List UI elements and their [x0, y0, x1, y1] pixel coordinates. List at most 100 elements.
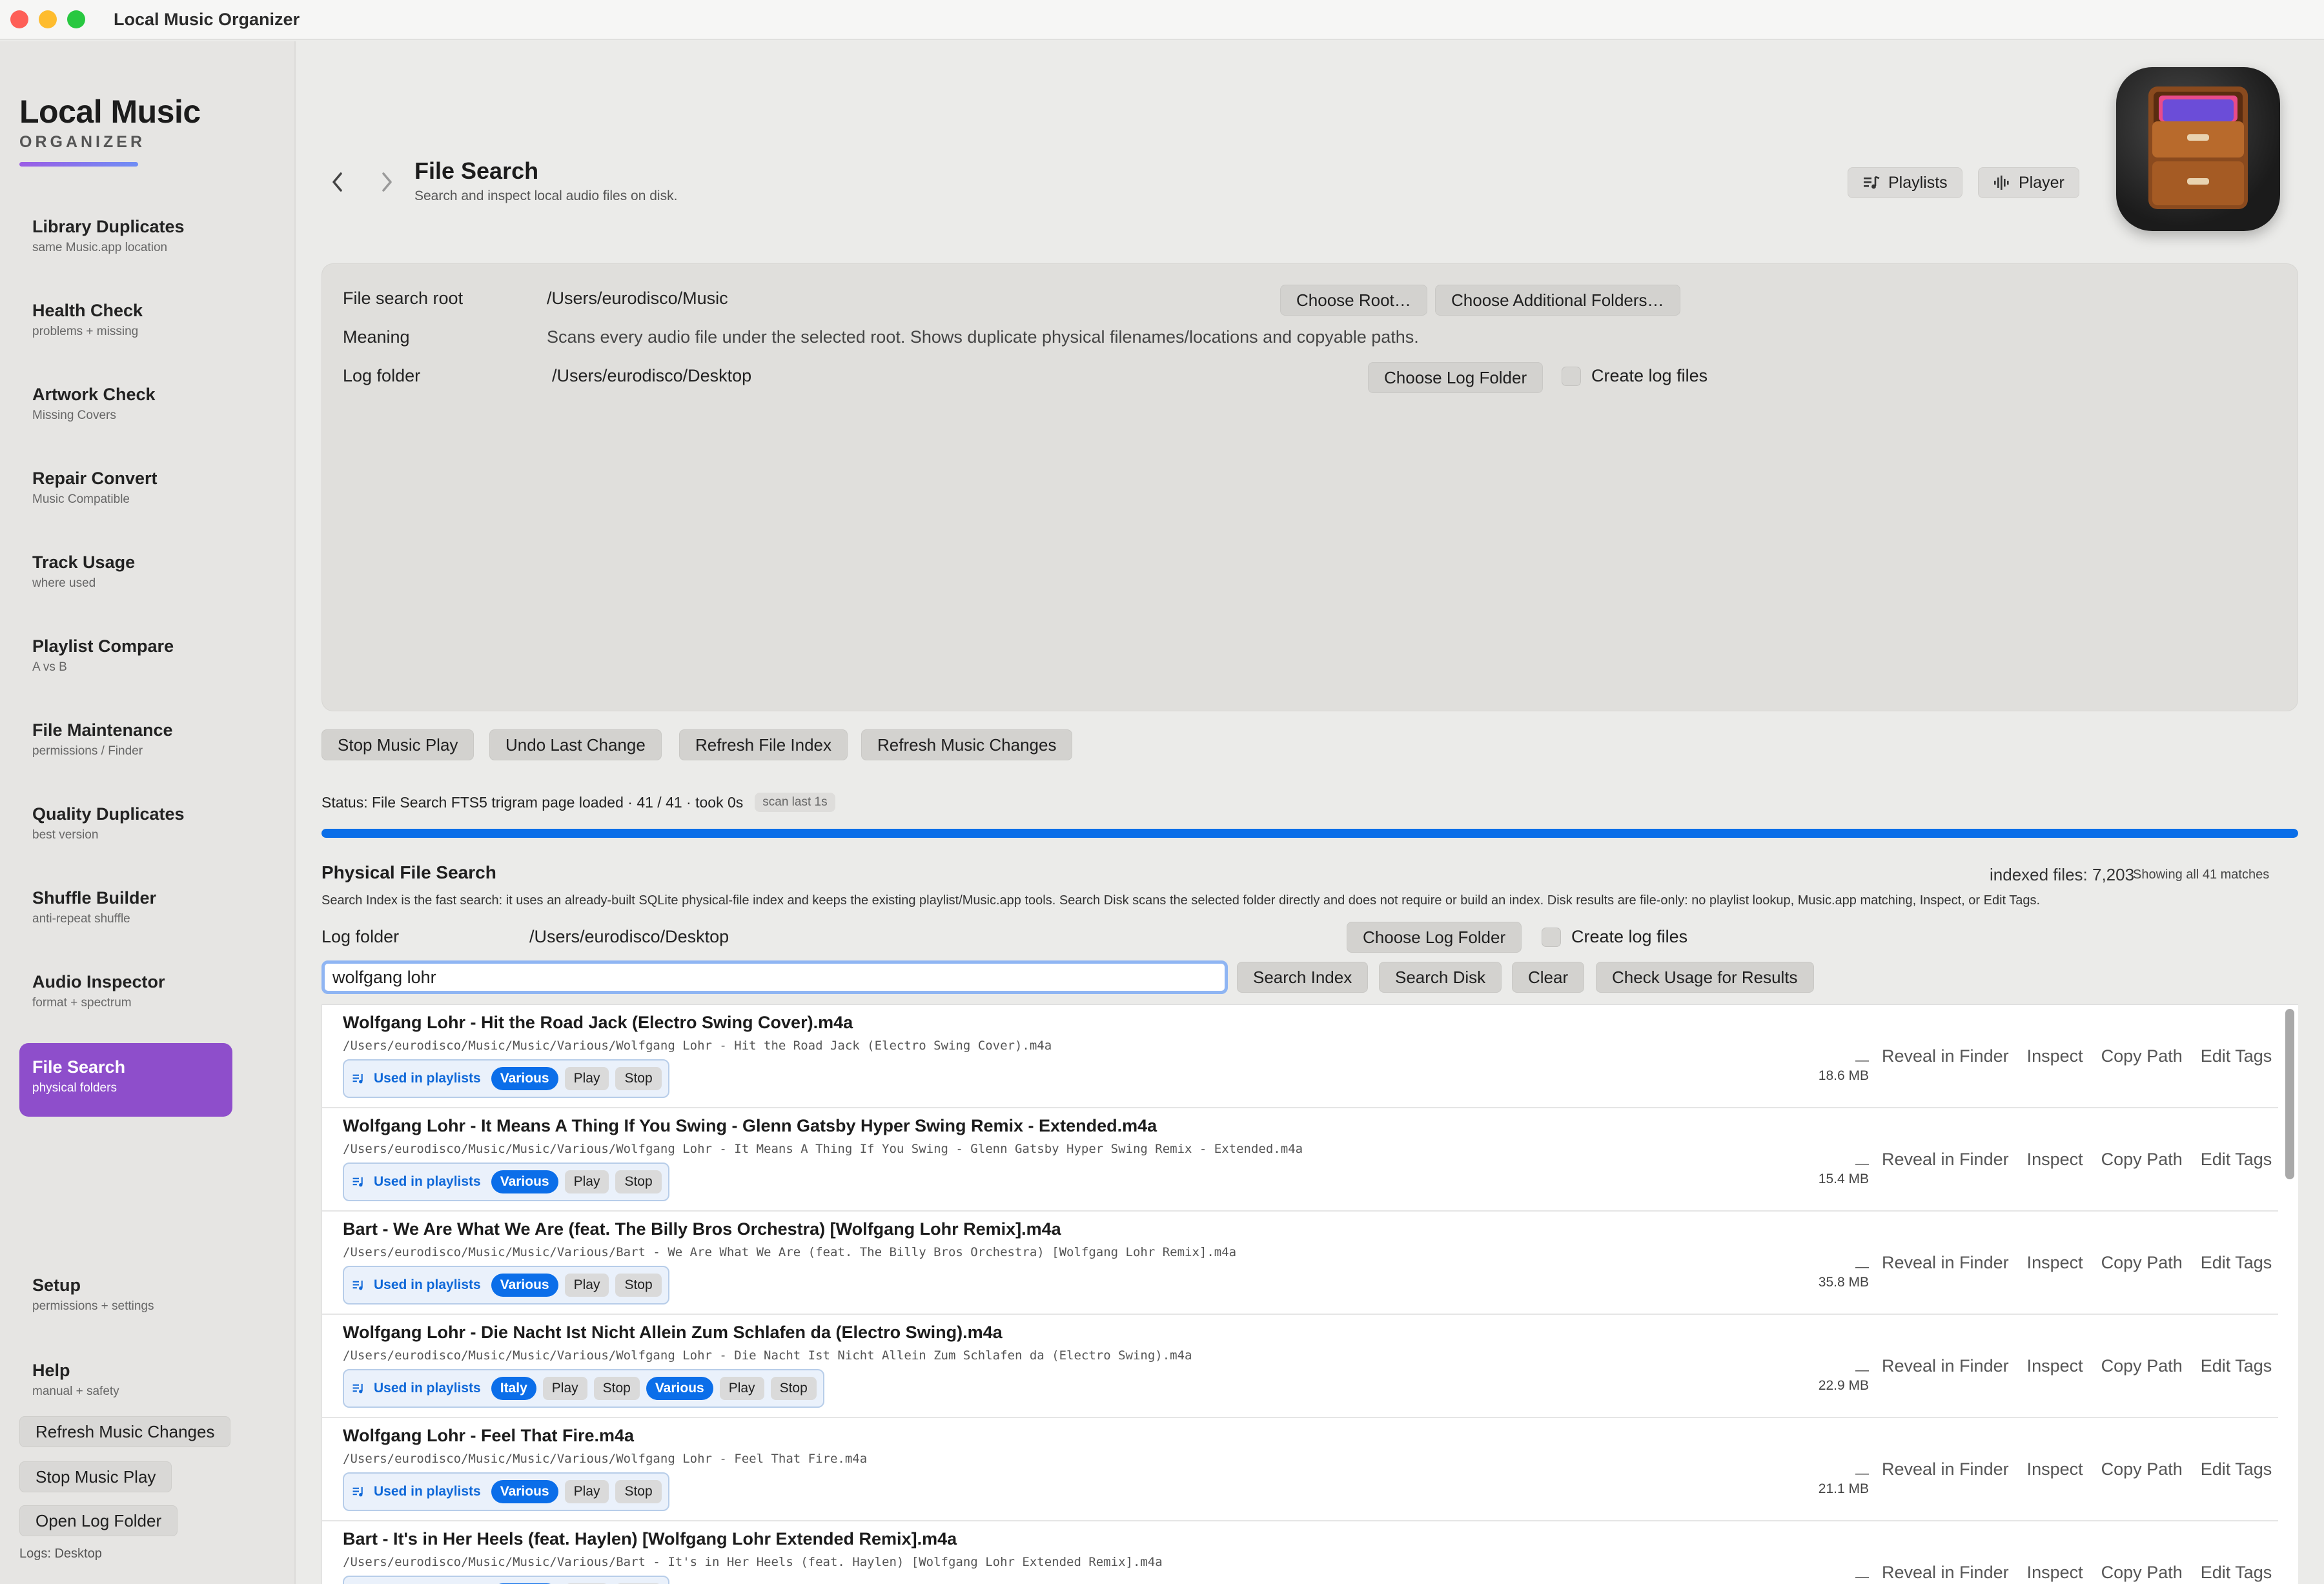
stop-music-play-button[interactable]: Stop Music Play: [321, 729, 474, 760]
playlist-tag[interactable]: Various: [491, 1067, 558, 1090]
sidebar-item-playlist-compare[interactable]: Playlist Compare A vs B: [19, 622, 232, 696]
search-input[interactable]: wolfgang lohr: [321, 960, 1228, 994]
search-index-button[interactable]: Search Index: [1237, 962, 1369, 993]
stop-button[interactable]: Stop: [615, 1480, 662, 1503]
sidebar-item-title: Track Usage: [32, 553, 136, 572]
playlist-tag[interactable]: Various: [491, 1480, 558, 1503]
play-button[interactable]: Play: [564, 1274, 609, 1297]
row-actions: Reveal in Finder Inspect Copy Path Edit Tag…: [1882, 1046, 2272, 1066]
edit-tags-button[interactable]: Edit Tags: [2201, 1563, 2272, 1583]
sidebar-item-help[interactable]: Help manual + safety: [19, 1346, 232, 1420]
result-path: /Users/eurodisco/Music/Music/Various/Bar…: [343, 1245, 1237, 1259]
stop-button[interactable]: Stop: [593, 1377, 640, 1400]
undo-last-change-button[interactable]: Undo Last Change: [489, 729, 662, 760]
playlists-button[interactable]: Playlists: [1848, 167, 1962, 198]
playlist-tag[interactable]: Italy: [491, 1377, 536, 1400]
copy-path-button[interactable]: Copy Path: [2101, 1356, 2183, 1376]
sidebar-open-log-folder-button[interactable]: Open Log Folder: [19, 1505, 178, 1536]
search-create-log-files-checkbox[interactable]: Create log files: [1542, 927, 1687, 947]
copy-path-button[interactable]: Copy Path: [2101, 1150, 2183, 1170]
search-choose-log-folder-button[interactable]: Choose Log Folder: [1347, 922, 1522, 953]
sidebar-item-shuffle-builder[interactable]: Shuffle Builder anti-repeat shuffle: [19, 874, 232, 948]
sidebar-refresh-music-changes-button[interactable]: Refresh Music Changes: [19, 1416, 231, 1447]
inspect-button[interactable]: Inspect: [2027, 1459, 2083, 1479]
sidebar-item-quality-duplicates[interactable]: Quality Duplicates best version: [19, 790, 232, 864]
search-log-folder-value: /Users/eurodisco/Desktop: [529, 927, 729, 946]
play-button[interactable]: Play: [542, 1377, 587, 1400]
inspect-button[interactable]: Inspect: [2027, 1253, 2083, 1273]
sidebar-item-health-check[interactable]: Health Check problems + missing: [19, 287, 232, 360]
sidebar-item-file-search[interactable]: File Search physical folders: [19, 1043, 232, 1117]
stop-button[interactable]: Stop: [770, 1377, 817, 1400]
check-usage-button[interactable]: Check Usage for Results: [1596, 962, 1814, 993]
search-description: Search Index is the fast search: it uses…: [321, 893, 2041, 908]
choose-root-button[interactable]: Choose Root…: [1280, 285, 1427, 316]
sidebar-item-setup[interactable]: Setup permissions + settings: [19, 1261, 232, 1335]
results-scrollbar[interactable]: [2285, 1009, 2294, 1179]
playlist-tag[interactable]: Various: [646, 1377, 713, 1400]
sidebar-item-track-usage[interactable]: Track Usage where used: [19, 538, 232, 612]
player-button[interactable]: Player: [1978, 167, 2079, 198]
inspect-button[interactable]: Inspect: [2027, 1046, 2083, 1066]
used-in-playlists-label: Used in playlists: [374, 1277, 481, 1292]
stop-button[interactable]: Stop: [615, 1170, 662, 1193]
reveal-in-finder-button[interactable]: Reveal in Finder: [1882, 1356, 2009, 1376]
choose-additional-folders-button[interactable]: Choose Additional Folders…: [1435, 285, 1680, 316]
play-button[interactable]: Play: [719, 1377, 764, 1400]
zoom-window-button[interactable]: [67, 10, 85, 28]
inspect-button[interactable]: Inspect: [2027, 1356, 2083, 1376]
refresh-music-changes-button[interactable]: Refresh Music Changes: [861, 729, 1073, 760]
minimize-window-button[interactable]: [39, 10, 57, 28]
progress-fill: [321, 829, 2298, 838]
sidebar-item-artwork-check[interactable]: Artwork Check Missing Covers: [19, 371, 232, 444]
copy-path-button[interactable]: Copy Path: [2101, 1253, 2183, 1273]
sidebar-item-subtitle: permissions + settings: [32, 1299, 154, 1313]
edit-tags-button[interactable]: Edit Tags: [2201, 1253, 2272, 1273]
reveal-in-finder-button[interactable]: Reveal in Finder: [1882, 1253, 2009, 1273]
copy-path-button[interactable]: Copy Path: [2101, 1563, 2183, 1583]
result-path: /Users/eurodisco/Music/Music/Various/Bar…: [343, 1555, 1163, 1569]
sidebar: Local Music ORGANIZER Library Duplicates…: [0, 41, 296, 1584]
reveal-in-finder-button[interactable]: Reveal in Finder: [1882, 1459, 2009, 1479]
forward-button[interactable]: [377, 169, 396, 195]
clear-button[interactable]: Clear: [1512, 962, 1585, 993]
play-button[interactable]: Play: [564, 1480, 609, 1503]
playlist-tag[interactable]: Various: [491, 1170, 558, 1193]
checkbox-box[interactable]: [1562, 366, 1581, 386]
edit-tags-button[interactable]: Edit Tags: [2201, 1046, 2272, 1066]
create-log-files-checkbox[interactable]: Create log files: [1562, 366, 1707, 386]
play-button[interactable]: Play: [564, 1170, 609, 1193]
status-line: Status: File Search FTS5 trigram page lo…: [321, 793, 835, 812]
checkbox-box[interactable]: [1542, 927, 1561, 947]
inspect-button[interactable]: Inspect: [2027, 1150, 2083, 1170]
sidebar-item-repair-convert[interactable]: Repair Convert Music Compatible: [19, 454, 232, 528]
edit-tags-button[interactable]: Edit Tags: [2201, 1150, 2272, 1170]
checkbox-label: Create log files: [1571, 927, 1688, 946]
sidebar-item-subtitle: where used: [32, 576, 96, 590]
copy-path-button[interactable]: Copy Path: [2101, 1459, 2183, 1479]
edit-tags-button[interactable]: Edit Tags: [2201, 1459, 2272, 1479]
edit-tags-button[interactable]: Edit Tags: [2201, 1356, 2272, 1376]
stop-button[interactable]: Stop: [615, 1067, 662, 1090]
search-disk-button[interactable]: Search Disk: [1379, 962, 1502, 993]
reveal-in-finder-button[interactable]: Reveal in Finder: [1882, 1150, 2009, 1170]
results-list[interactable]: Wolfgang Lohr - Hit the Road Jack (Elect…: [321, 1004, 2298, 1584]
play-button[interactable]: Play: [564, 1067, 609, 1090]
back-button[interactable]: [328, 169, 347, 195]
sidebar-item-subtitle: same Music.app location: [32, 241, 168, 254]
reveal-in-finder-button[interactable]: Reveal in Finder: [1882, 1046, 2009, 1066]
sidebar-item-subtitle: permissions / Finder: [32, 744, 143, 758]
sidebar-item-file-maintenance[interactable]: File Maintenance permissions / Finder: [19, 706, 232, 780]
log-folder-value: /Users/eurodisco/Desktop: [552, 366, 752, 385]
playlist-tag[interactable]: Various: [491, 1274, 558, 1297]
choose-log-folder-button[interactable]: Choose Log Folder: [1368, 362, 1544, 393]
refresh-file-index-button[interactable]: Refresh File Index: [679, 729, 848, 760]
stop-button[interactable]: Stop: [615, 1274, 662, 1297]
reveal-in-finder-button[interactable]: Reveal in Finder: [1882, 1563, 2009, 1583]
close-window-button[interactable]: [10, 10, 28, 28]
sidebar-item-library-duplicates[interactable]: Library Duplicates same Music.app locati…: [19, 203, 232, 276]
copy-path-button[interactable]: Copy Path: [2101, 1046, 2183, 1066]
sidebar-item-audio-inspector[interactable]: Audio Inspector format + spectrum: [19, 958, 232, 1031]
sidebar-stop-music-play-button[interactable]: Stop Music Play: [19, 1461, 172, 1492]
inspect-button[interactable]: Inspect: [2027, 1563, 2083, 1583]
